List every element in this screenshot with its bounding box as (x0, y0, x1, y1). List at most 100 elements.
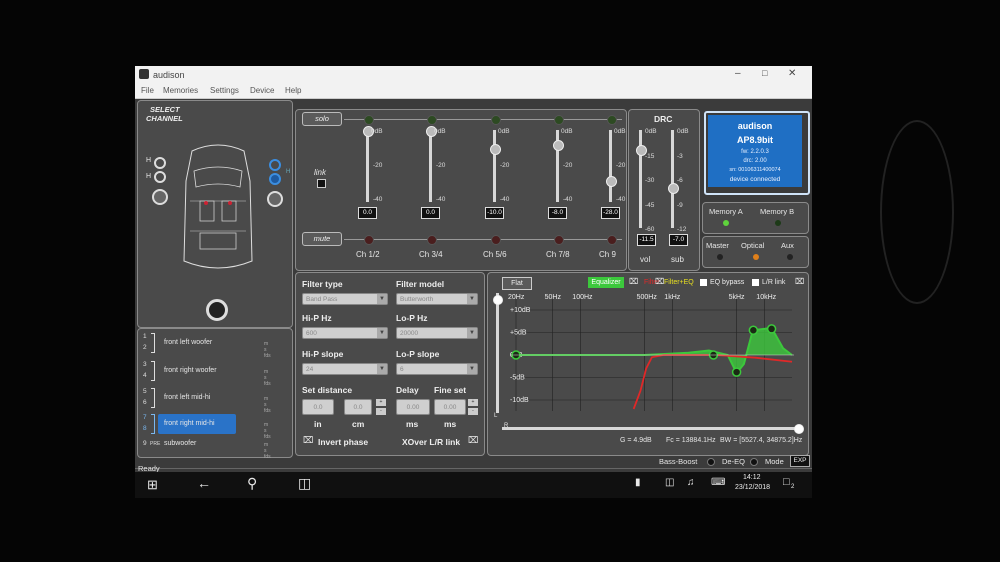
channel-item-1-2[interactable]: 1 2 front left woofer m s fds (138, 331, 271, 359)
minimize-icon[interactable]: – (735, 68, 741, 79)
eq-bypass-checkbox[interactable] (700, 279, 707, 286)
speaker-fr-tweeter-icon[interactable] (269, 159, 281, 171)
eq-readout-bw: BW = [5527.4, 34875.2]Hz (720, 437, 803, 444)
invert-phase-checkbox[interactable]: ⌧ (303, 436, 313, 445)
eq-bottom-slider-track[interactable] (502, 427, 800, 430)
fader-track[interactable] (366, 130, 369, 202)
fader-knob[interactable] (553, 140, 564, 152)
channel-item-7-8[interactable]: 7 8 front right mid-hi m s fds (138, 412, 271, 440)
solo-button[interactable]: solo (302, 112, 342, 126)
eq-left-slider-track[interactable] (496, 293, 499, 413)
drc-track[interactable] (671, 130, 674, 228)
mute-led[interactable] (427, 235, 437, 245)
channel-pre-tag: PRE (150, 441, 161, 447)
network-icon[interactable]: ◫ (665, 477, 674, 488)
equalizer-check-icon[interactable]: ⌧ (629, 277, 638, 286)
mode-exp-button[interactable]: EXP (790, 455, 810, 467)
mute-led[interactable] (491, 235, 501, 245)
link-checkbox[interactable] (317, 179, 326, 188)
mute-led[interactable] (364, 235, 374, 245)
menu-file[interactable]: File (141, 86, 154, 95)
menu-device[interactable]: Device (250, 86, 274, 95)
speaker-fr-mid-icon[interactable] (269, 173, 281, 185)
fine-up-icon[interactable]: + (468, 399, 478, 406)
equalizer-toggle[interactable]: Equalizer (588, 277, 624, 288)
car-panel: SELECT CHANNEL H H H (137, 100, 293, 328)
menu-settings[interactable]: Settings (210, 86, 239, 95)
eq-graph[interactable]: 20Hz 50Hz 100Hz 500Hz 1kHz 5kHz 10kHz +10dB +5dB… (506, 291, 802, 419)
notification-icon[interactable]: □ (783, 476, 790, 488)
volume-icon[interactable]: ♫ (687, 477, 695, 488)
solo-led[interactable] (427, 115, 437, 125)
fader-track[interactable] (429, 130, 432, 202)
lr-link-check-icon[interactable]: ⌧ (795, 277, 804, 286)
drc-scale-label: 0dB (677, 128, 689, 135)
speaker-fl-mid-icon[interactable] (154, 171, 166, 183)
fader-track[interactable] (493, 130, 496, 202)
speaker-fr-woofer-icon[interactable] (267, 191, 283, 207)
status-divider (135, 468, 812, 469)
distance-in-input[interactable]: 0.0 (302, 399, 334, 415)
filter-check-icon[interactable]: ⌧ (655, 277, 664, 286)
drc-knob[interactable] (668, 182, 679, 194)
memory-a-led[interactable] (723, 220, 729, 226)
menu-help[interactable]: Help (285, 86, 301, 95)
de-eq-led[interactable] (750, 458, 758, 466)
device-brand: audison (737, 121, 773, 131)
eq-freq-label: 20Hz (508, 294, 525, 301)
bass-boost-led[interactable] (707, 458, 715, 466)
eq-bottom-slider-knob[interactable] (794, 424, 804, 434)
memory-b-led[interactable] (775, 220, 781, 226)
windows-start-icon[interactable]: ⊞ (147, 477, 158, 493)
lop-hz-select[interactable]: 20000 ▼ (396, 327, 478, 339)
menu-memories[interactable]: Memories (163, 86, 198, 95)
channel-num-a: 9 (143, 440, 147, 447)
distance-up-icon[interactable]: + (376, 399, 386, 406)
mute-led[interactable] (554, 235, 564, 245)
link-label: link (314, 168, 327, 177)
battery-icon[interactable]: ▮ (635, 477, 641, 488)
source-aux-led[interactable] (787, 254, 793, 260)
source-optical-led[interactable] (753, 254, 759, 260)
fine-set-input[interactable]: 0.00 (434, 399, 466, 415)
mute-led[interactable] (607, 235, 617, 245)
speaker-fl-woofer-icon[interactable] (152, 189, 168, 205)
lr-link-checkbox[interactable] (752, 279, 759, 286)
back-arrow-icon[interactable]: ← (197, 475, 211, 491)
mute-button[interactable]: mute (302, 232, 342, 246)
channel-item-5-6[interactable]: 5 6 front left mid-hi m s fds (138, 386, 271, 414)
flat-button[interactable]: Flat (502, 277, 532, 290)
hip-slope-select[interactable]: 24 ▼ (302, 363, 388, 375)
filter-type-select[interactable]: Band Pass ▼ (302, 293, 388, 305)
delay-input[interactable]: 0.00 (396, 399, 430, 415)
distance-cm-input[interactable]: 0.0 (344, 399, 372, 415)
solo-led[interactable] (491, 115, 501, 125)
task-view-icon[interactable]: ◫ (298, 475, 311, 492)
solo-led[interactable] (554, 115, 564, 125)
eq-freq-label: 500Hz (637, 294, 658, 301)
filter-eq-mode-label[interactable]: Filter+EQ (664, 279, 694, 286)
distance-down-icon[interactable]: - (376, 408, 386, 415)
xover-link-checkbox[interactable]: ⌧ (468, 436, 478, 445)
filter-model-select[interactable]: Butterworth ▼ (396, 293, 478, 305)
channel-item-9[interactable]: 9 PRE subwoofer m s fds (138, 437, 271, 463)
de-eq-label: De-EQ (722, 457, 745, 466)
fader-track[interactable] (609, 130, 612, 202)
hip-hz-select[interactable]: 600 ▼ (302, 327, 388, 339)
source-master-led[interactable] (717, 254, 723, 260)
speaker-fl-tweeter-icon[interactable] (154, 157, 166, 169)
maximize-icon[interactable]: □ (762, 68, 767, 78)
search-icon[interactable]: ⚲ (247, 475, 257, 492)
fader-knob[interactable] (606, 176, 617, 188)
solo-led[interactable] (364, 115, 374, 125)
close-icon[interactable]: ✕ (788, 68, 796, 79)
chevron-down-icon: ▼ (467, 328, 477, 338)
solo-led[interactable] (607, 115, 617, 125)
eq-left-slider-knob[interactable] (493, 295, 503, 305)
fader-knob[interactable] (490, 144, 501, 155)
fine-down-icon[interactable]: - (468, 408, 478, 415)
lop-slope-select[interactable]: 6 ▼ (396, 363, 478, 375)
channel-item-3-4[interactable]: 3 4 front right woofer m s fds (138, 359, 271, 387)
subwoofer-speaker-icon[interactable] (206, 299, 228, 321)
keyboard-icon[interactable]: ⌨ (711, 477, 725, 488)
